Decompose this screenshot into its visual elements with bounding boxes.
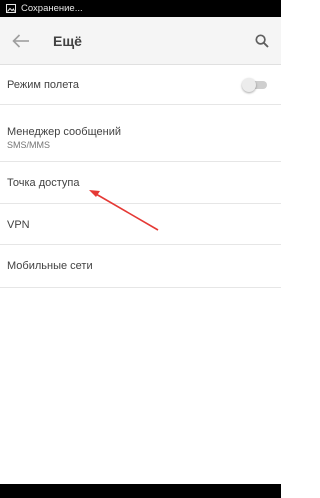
list-item-sublabel: SMS/MMS xyxy=(7,140,51,150)
image-icon xyxy=(6,4,16,13)
status-bar: Сохранение... xyxy=(0,0,281,17)
navigation-bar xyxy=(0,484,281,498)
list-item-mobile-networks[interactable]: Мобильные сети xyxy=(0,245,281,288)
list-item-airplane-mode[interactable]: Режим полета xyxy=(0,65,281,105)
search-icon[interactable] xyxy=(251,30,273,52)
arrow-left-icon[interactable] xyxy=(10,30,32,52)
toggle-thumb xyxy=(242,78,256,92)
list-item-label: Режим полета xyxy=(7,79,80,91)
settings-list: Режим полета Менеджер сообщений SMS/MMS … xyxy=(0,65,281,288)
toolbar: Ещё xyxy=(0,17,281,65)
airplane-mode-toggle[interactable] xyxy=(242,78,268,92)
list-item-label: VPN xyxy=(7,219,30,231)
status-text: Сохранение... xyxy=(21,3,83,14)
list-item-label: Менеджер сообщений xyxy=(7,126,121,138)
list-item-label: Точка доступа xyxy=(7,177,80,189)
list-item-message-manager[interactable]: Менеджер сообщений SMS/MMS xyxy=(0,105,281,162)
list-item-hotspot[interactable]: Точка доступа xyxy=(0,162,281,204)
list-item-vpn[interactable]: VPN xyxy=(0,204,281,245)
page-title: Ещё xyxy=(53,33,82,49)
list-item-label: Мобильные сети xyxy=(7,260,93,272)
